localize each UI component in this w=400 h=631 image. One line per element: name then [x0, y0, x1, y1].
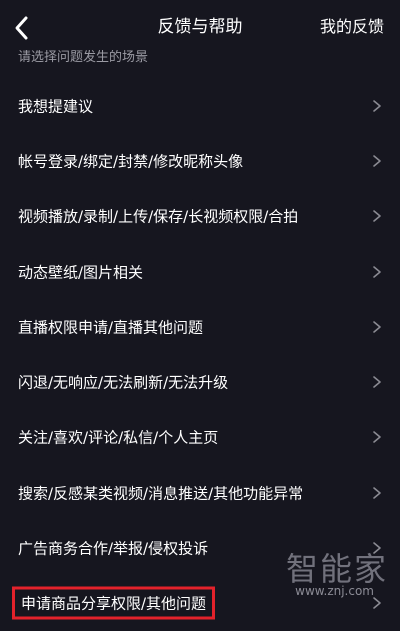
section-hint: 请选择问题发生的场景: [18, 50, 149, 64]
list-item-label: 关注/喜欢/评论/私信/个人主页: [18, 428, 219, 447]
list-item-suggestion[interactable]: 我想提建议: [0, 78, 400, 133]
chevron-right-icon: [372, 375, 382, 389]
chevron-right-icon: [372, 430, 382, 444]
list-item-video[interactable]: 视频播放/录制/上传/保存/长视频权限/合拍: [0, 189, 400, 244]
chevron-right-icon: [372, 596, 382, 610]
top-bar: 反馈与帮助 我的反馈: [0, 0, 400, 56]
list-item-label: 搜索/反感某类视频/消息推送/其他功能异常: [18, 484, 304, 503]
list-item-social[interactable]: 关注/喜欢/评论/私信/个人主页: [0, 410, 400, 465]
chevron-right-icon: [372, 99, 382, 113]
list-item-label: 直播权限申请/直播其他问题: [18, 318, 204, 337]
feedback-category-list: 我想提建议 帐号登录/绑定/封禁/修改昵称头像 视频播放/录制/上传/保存/长视…: [0, 78, 400, 631]
list-item-label: 帐号登录/绑定/封禁/修改昵称头像: [18, 152, 244, 171]
chevron-right-icon: [372, 486, 382, 500]
list-item-crash[interactable]: 闪退/无响应/无法刷新/无法升级: [0, 354, 400, 409]
my-feedback-button[interactable]: 我的反馈: [320, 15, 384, 39]
list-item-account[interactable]: 帐号登录/绑定/封禁/修改昵称头像: [0, 133, 400, 188]
list-item-wallpaper[interactable]: 动态壁纸/图片相关: [0, 244, 400, 299]
list-item-label: 我想提建议: [18, 97, 94, 116]
list-item-label-highlighted: 申请商品分享权限/其他问题: [12, 586, 216, 620]
list-item-search[interactable]: 搜索/反感某类视频/消息推送/其他功能异常: [0, 465, 400, 520]
chevron-right-icon: [372, 265, 382, 279]
list-item-label: 闪退/无响应/无法刷新/无法升级: [18, 373, 229, 392]
list-item-product-sharing[interactable]: 申请商品分享权限/其他问题: [0, 576, 400, 631]
list-item-label: 动态壁纸/图片相关: [18, 263, 144, 282]
chevron-right-icon: [372, 209, 382, 223]
list-item-live[interactable]: 直播权限申请/直播其他问题: [0, 299, 400, 354]
chevron-right-icon: [372, 154, 382, 168]
chevron-right-icon: [372, 541, 382, 555]
list-item-label: 视频播放/录制/上传/保存/长视频权限/合拍: [18, 207, 299, 226]
list-item-label: 广告商务合作/举报/侵权投诉: [18, 539, 209, 558]
chevron-right-icon: [372, 320, 382, 334]
list-item-ads[interactable]: 广告商务合作/举报/侵权投诉: [0, 520, 400, 575]
